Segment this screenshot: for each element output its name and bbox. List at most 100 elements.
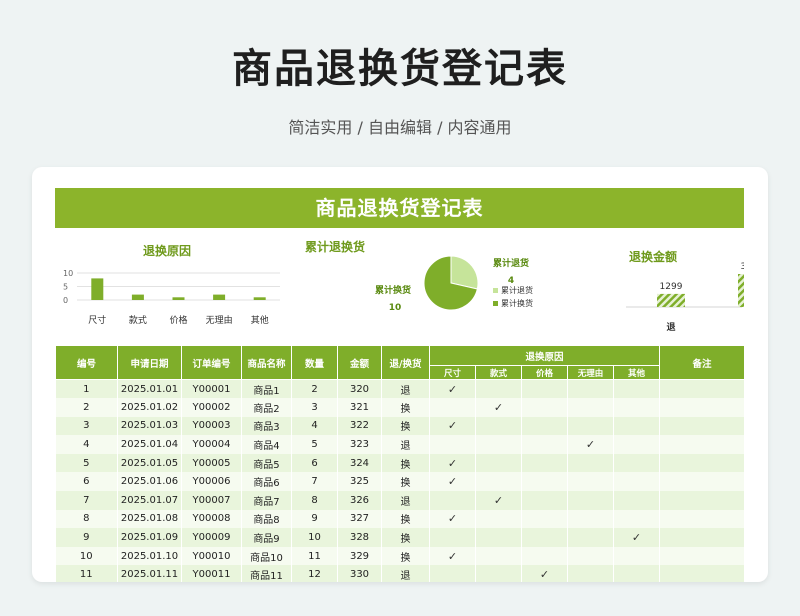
- cell-order[interactable]: Y00007: [181, 491, 242, 510]
- cell-qty[interactable]: 8: [291, 491, 338, 510]
- cell-no[interactable]: 1: [55, 379, 118, 399]
- cell-note[interactable]: [659, 453, 746, 473]
- cell-qty[interactable]: 3: [291, 398, 338, 417]
- cell-reason-3[interactable]: [567, 565, 614, 582]
- cell-reason-0[interactable]: [429, 565, 476, 582]
- cell-name[interactable]: 商品7: [241, 491, 292, 510]
- cell-date[interactable]: 2025.01.08: [117, 509, 182, 529]
- cell-reason-2[interactable]: ✓: [521, 565, 568, 582]
- cell-note[interactable]: [659, 379, 746, 399]
- cell-order[interactable]: Y00009: [181, 528, 242, 547]
- cell-type[interactable]: 换: [381, 453, 430, 473]
- cell-reason-1[interactable]: [475, 509, 522, 529]
- cell-date[interactable]: 2025.01.01: [117, 379, 182, 399]
- cell-reason-4[interactable]: [613, 565, 661, 582]
- cell-no[interactable]: 9: [55, 528, 118, 547]
- cell-reason-4[interactable]: [613, 379, 661, 399]
- cell-type[interactable]: 退: [381, 565, 430, 582]
- cell-amount[interactable]: 329: [337, 546, 382, 566]
- cell-type[interactable]: 换: [381, 416, 430, 436]
- cell-date[interactable]: 2025.01.04: [117, 435, 182, 454]
- table-row[interactable]: 10 2025.01.10 Y00010 商品10 11 329 换 ✓: [55, 546, 746, 566]
- cell-reason-3[interactable]: [567, 453, 614, 473]
- table-row[interactable]: 8 2025.01.08 Y00008 商品8 9 327 换 ✓: [55, 509, 746, 529]
- cell-order[interactable]: Y00011: [181, 565, 242, 582]
- cell-date[interactable]: 2025.01.03: [117, 416, 182, 436]
- cell-reason-1[interactable]: [475, 528, 522, 547]
- cell-amount[interactable]: 326: [337, 491, 382, 510]
- table-row[interactable]: 3 2025.01.03 Y00003 商品3 4 322 换 ✓: [55, 416, 746, 436]
- cell-reason-4[interactable]: [613, 398, 661, 417]
- cell-note[interactable]: [659, 509, 746, 529]
- cell-date[interactable]: 2025.01.05: [117, 453, 182, 473]
- cell-reason-2[interactable]: [521, 398, 568, 417]
- cell-reason-1[interactable]: [475, 472, 522, 492]
- cell-date[interactable]: 2025.01.07: [117, 491, 182, 510]
- cell-qty[interactable]: 10: [291, 528, 338, 547]
- cell-reason-3[interactable]: [567, 398, 614, 417]
- cell-qty[interactable]: 9: [291, 509, 338, 529]
- cell-date[interactable]: 2025.01.02: [117, 398, 182, 417]
- cell-amount[interactable]: 330: [337, 565, 382, 582]
- cell-reason-4[interactable]: [613, 546, 661, 566]
- table-row[interactable]: 6 2025.01.06 Y00006 商品6 7 325 换 ✓: [55, 472, 746, 492]
- cell-name[interactable]: 商品11: [241, 565, 292, 582]
- cell-date[interactable]: 2025.01.10: [117, 546, 182, 566]
- cell-reason-1[interactable]: [475, 546, 522, 566]
- table-row[interactable]: 1 2025.01.01 Y00001 商品1 2 320 退 ✓: [55, 379, 746, 399]
- cell-reason-2[interactable]: [521, 509, 568, 529]
- cell-no[interactable]: 6: [55, 472, 118, 492]
- cell-reason-2[interactable]: [521, 416, 568, 436]
- cell-reason-1[interactable]: [475, 435, 522, 454]
- cell-reason-4[interactable]: [613, 509, 661, 529]
- cell-amount[interactable]: 320: [337, 379, 382, 399]
- table-row[interactable]: 5 2025.01.05 Y00005 商品5 6 324 换 ✓: [55, 453, 746, 473]
- cell-note[interactable]: [659, 565, 746, 582]
- cell-reason-4[interactable]: ✓: [613, 528, 661, 547]
- cell-reason-0[interactable]: [429, 528, 476, 547]
- cell-type[interactable]: 退: [381, 435, 430, 454]
- cell-amount[interactable]: 321: [337, 398, 382, 417]
- cell-date[interactable]: 2025.01.11: [117, 565, 182, 582]
- cell-note[interactable]: [659, 546, 746, 566]
- cell-amount[interactable]: 323: [337, 435, 382, 454]
- cell-reason-2[interactable]: [521, 435, 568, 454]
- cell-reason-1[interactable]: [475, 565, 522, 582]
- cell-type[interactable]: 退: [381, 379, 430, 399]
- cell-qty[interactable]: 7: [291, 472, 338, 492]
- cell-order[interactable]: Y00001: [181, 379, 242, 399]
- cell-reason-1[interactable]: ✓: [475, 398, 522, 417]
- cell-qty[interactable]: 5: [291, 435, 338, 454]
- cell-amount[interactable]: 325: [337, 472, 382, 492]
- cell-reason-3[interactable]: [567, 472, 614, 492]
- cell-reason-1[interactable]: [475, 453, 522, 473]
- cell-name[interactable]: 商品4: [241, 435, 292, 454]
- cell-no[interactable]: 10: [55, 546, 118, 566]
- cell-order[interactable]: Y00004: [181, 435, 242, 454]
- cell-note[interactable]: [659, 528, 746, 547]
- table-row[interactable]: 2 2025.01.02 Y00002 商品2 3 321 换 ✓: [55, 398, 746, 417]
- cell-type[interactable]: 换: [381, 528, 430, 547]
- cell-order[interactable]: Y00002: [181, 398, 242, 417]
- cell-reason-4[interactable]: [613, 453, 661, 473]
- cell-name[interactable]: 商品6: [241, 472, 292, 492]
- cell-reason-2[interactable]: [521, 528, 568, 547]
- cell-reason-3[interactable]: [567, 379, 614, 399]
- table-row[interactable]: 11 2025.01.11 Y00011 商品11 12 330 退 ✓: [55, 565, 746, 582]
- cell-reason-3[interactable]: [567, 546, 614, 566]
- cell-reason-0[interactable]: ✓: [429, 379, 476, 399]
- cell-date[interactable]: 2025.01.06: [117, 472, 182, 492]
- cell-name[interactable]: 商品3: [241, 416, 292, 436]
- cell-note[interactable]: [659, 398, 746, 417]
- cell-reason-0[interactable]: [429, 398, 476, 417]
- cell-reason-4[interactable]: [613, 416, 661, 436]
- cell-note[interactable]: [659, 491, 746, 510]
- cell-name[interactable]: 商品2: [241, 398, 292, 417]
- cell-type[interactable]: 退: [381, 491, 430, 510]
- cell-note[interactable]: [659, 472, 746, 492]
- cell-type[interactable]: 换: [381, 546, 430, 566]
- cell-reason-3[interactable]: [567, 416, 614, 436]
- cell-order[interactable]: Y00006: [181, 472, 242, 492]
- cell-type[interactable]: 换: [381, 398, 430, 417]
- cell-name[interactable]: 商品1: [241, 379, 292, 399]
